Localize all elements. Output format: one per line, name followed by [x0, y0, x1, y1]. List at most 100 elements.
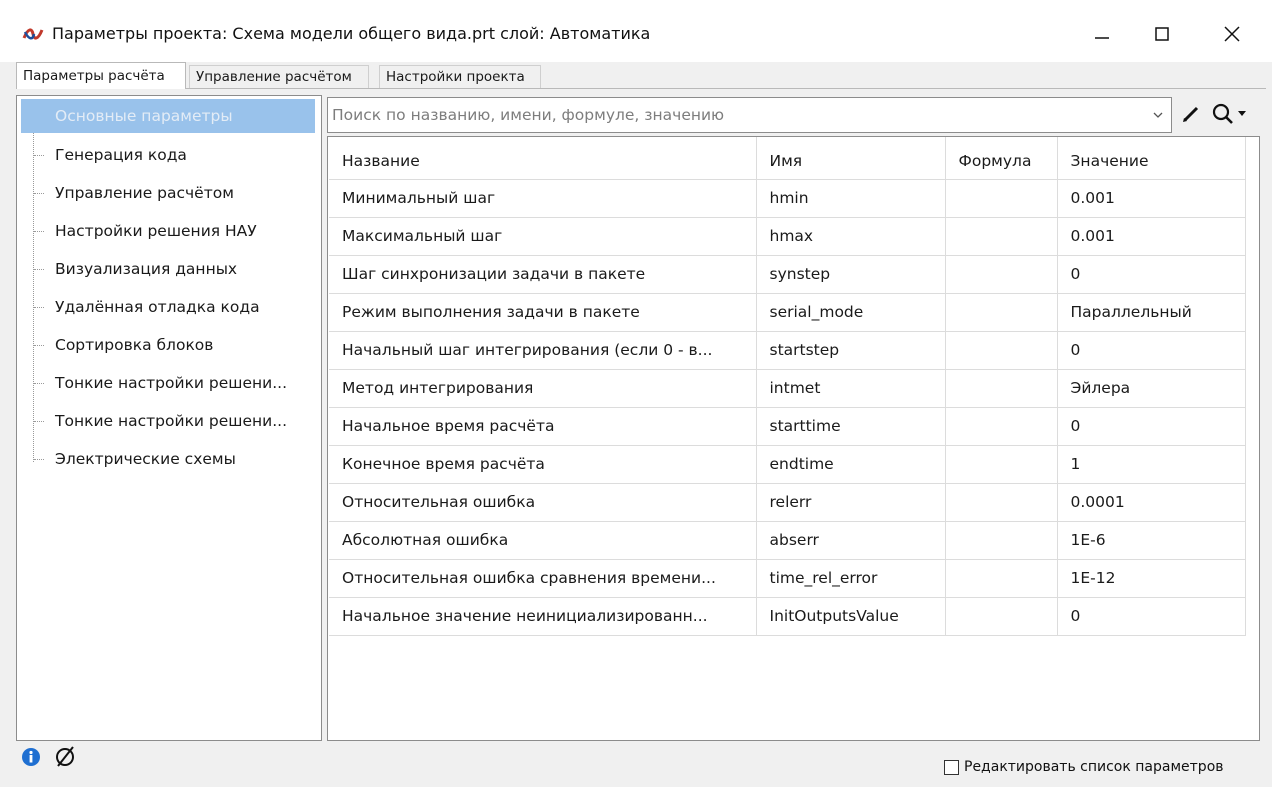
tab-project-settings[interactable]: Настройки проекта [379, 65, 541, 88]
cell-formula[interactable] [945, 293, 1058, 332]
cell-id[interactable]: synstep [756, 255, 946, 294]
close-icon [1224, 26, 1240, 42]
info-icon[interactable] [20, 746, 42, 768]
tree-item-nau-solver-settings[interactable]: Настройки решения НАУ [17, 216, 317, 246]
cell-value[interactable]: 0 [1057, 255, 1246, 294]
minimize-button[interactable] [1072, 14, 1132, 54]
cell-value[interactable]: 0.0001 [1057, 483, 1246, 522]
cell-formula[interactable] [945, 255, 1058, 294]
cell-name[interactable]: Шаг синхронизации задачи в пакете [329, 255, 757, 294]
search-combobox[interactable] [327, 97, 1172, 133]
cell-value[interactable]: 0 [1057, 331, 1246, 370]
column-header-name[interactable]: Название [329, 137, 757, 180]
table-row[interactable]: Относительная ошибка сравнения времени..… [329, 559, 1246, 598]
table-row[interactable]: Режим выполнения задачи в пакете serial_m… [329, 293, 1246, 332]
edit-parameter-list-checkbox[interactable] [944, 760, 959, 775]
cell-formula[interactable] [945, 597, 1058, 636]
cell-value[interactable]: 1 [1057, 445, 1246, 484]
cell-id[interactable]: abserr [756, 521, 946, 560]
tree-item-data-visualization[interactable]: Визуализация данных [17, 254, 317, 284]
table-header-row: Название Имя Формула Значение [329, 137, 1246, 180]
cell-formula[interactable] [945, 369, 1058, 408]
tree-item-electrical-circuits[interactable]: Электрические схемы [17, 444, 317, 474]
cell-id[interactable]: serial_mode [756, 293, 946, 332]
cell-name[interactable]: Начальное значение неинициализированн... [329, 597, 757, 636]
cell-name[interactable]: Максимальный шаг [329, 217, 757, 256]
tree-item-label: Сортировка блоков [55, 336, 214, 354]
edit-parameter-list-label[interactable]: Редактировать список параметров [964, 759, 1224, 775]
tree-item-label: Управление расчётом [55, 184, 234, 202]
search-options-icon[interactable] [1208, 101, 1254, 127]
cell-name[interactable]: Метод интегрирования [329, 369, 757, 408]
tab-calculation-control[interactable]: Управление расчётом [189, 65, 369, 88]
cell-value[interactable]: 0.001 [1057, 217, 1246, 256]
cell-name[interactable]: Конечное время расчёта [329, 445, 757, 484]
table-row[interactable]: Конечное время расчёта endtime 1 [329, 445, 1246, 484]
cell-id[interactable]: hmax [756, 217, 946, 256]
cell-id[interactable]: startstep [756, 331, 946, 370]
tree-item-label: Визуализация данных [55, 260, 238, 278]
cell-id[interactable]: endtime [756, 445, 946, 484]
table-row[interactable]: Абсолютная ошибка abserr 1E-6 [329, 521, 1246, 560]
table-row[interactable]: Максимальный шаг hmax 0.001 [329, 217, 1246, 256]
table-row[interactable]: Начальный шаг интегрирования (если 0 - в… [329, 331, 1246, 370]
cell-id[interactable]: relerr [756, 483, 946, 522]
tree-item-label: Электрические схемы [55, 450, 236, 468]
cell-name[interactable]: Абсолютная ошибка [329, 521, 757, 560]
table-row[interactable]: Метод интегрирования intmet Эйлера [329, 369, 1246, 408]
cell-formula[interactable] [945, 331, 1058, 370]
tree-item-code-generation[interactable]: Генерация кода [17, 140, 317, 170]
cell-formula[interactable] [945, 445, 1058, 484]
cell-formula[interactable] [945, 559, 1058, 598]
parameters-grid[interactable]: Название Имя Формула Значение Минимальны… [327, 136, 1260, 741]
chevron-down-icon[interactable] [1151, 108, 1165, 122]
cell-name[interactable]: Начальное время расчёта [329, 407, 757, 446]
cell-value[interactable]: Эйлера [1057, 369, 1246, 408]
cell-formula[interactable] [945, 407, 1058, 446]
cell-value[interactable]: 0 [1057, 407, 1246, 446]
column-header-value[interactable]: Значение [1057, 137, 1246, 180]
cell-value[interactable]: 0 [1057, 597, 1246, 636]
pencil-icon[interactable] [1180, 103, 1202, 125]
cell-name[interactable]: Минимальный шаг [329, 179, 757, 218]
cell-id[interactable]: time_rel_error [756, 559, 946, 598]
table-row[interactable]: Начальное значение неинициализированн...… [329, 597, 1246, 636]
tree-item-label: Настройки решения НАУ [55, 222, 257, 240]
cell-value[interactable]: 1E-6 [1057, 521, 1246, 560]
maximize-button[interactable] [1132, 14, 1192, 54]
cell-value[interactable]: Параллельный [1057, 293, 1246, 332]
close-button[interactable] [1202, 14, 1262, 54]
empty-set-icon[interactable] [53, 744, 77, 768]
tree-item-label: Тонкие настройки решени... [55, 374, 288, 392]
cell-value[interactable]: 1E-12 [1057, 559, 1246, 598]
column-header-formula[interactable]: Формула [945, 137, 1058, 180]
cell-name[interactable]: Режим выполнения задачи в пакете [329, 293, 757, 332]
tree-item-block-sorting[interactable]: Сортировка блоков [17, 330, 317, 360]
tree-item-fine-tuning-1[interactable]: Тонкие настройки решени... [17, 368, 317, 398]
tree-item-fine-tuning-2[interactable]: Тонкие настройки решени... [17, 406, 317, 436]
cell-id[interactable]: InitOutputsValue [756, 597, 946, 636]
search-input[interactable] [332, 101, 1132, 129]
parameters-tree[interactable]: Основные параметры Генерация кода Управл… [16, 95, 322, 741]
cell-formula[interactable] [945, 521, 1058, 560]
cell-formula[interactable] [945, 179, 1058, 218]
tab-calculation-parameters[interactable]: Параметры расчёта [16, 62, 186, 89]
cell-value[interactable]: 0.001 [1057, 179, 1246, 218]
cell-name[interactable]: Начальный шаг интегрирования (если 0 - в… [329, 331, 757, 370]
cell-formula[interactable] [945, 483, 1058, 522]
parameters-table: Название Имя Формула Значение Минимальны… [329, 137, 1246, 636]
cell-name[interactable]: Относительная ошибка [329, 483, 757, 522]
cell-name[interactable]: Относительная ошибка сравнения времени..… [329, 559, 757, 598]
cell-id[interactable]: starttime [756, 407, 946, 446]
column-header-id[interactable]: Имя [756, 137, 946, 180]
tree-item-main-parameters[interactable]: Основные параметры [17, 99, 317, 133]
tree-item-remote-debugging[interactable]: Удалённая отладка кода [17, 292, 317, 322]
table-row[interactable]: Начальное время расчёта starttime 0 [329, 407, 1246, 446]
tree-item-calculation-control[interactable]: Управление расчётом [17, 178, 317, 208]
table-row[interactable]: Шаг синхронизации задачи в пакете synstep… [329, 255, 1246, 294]
cell-id[interactable]: hmin [756, 179, 946, 218]
cell-id[interactable]: intmet [756, 369, 946, 408]
table-row[interactable]: Минимальный шаг hmin 0.001 [329, 179, 1246, 218]
cell-formula[interactable] [945, 217, 1058, 256]
table-row[interactable]: Относительная ошибка relerr 0.0001 [329, 483, 1246, 522]
